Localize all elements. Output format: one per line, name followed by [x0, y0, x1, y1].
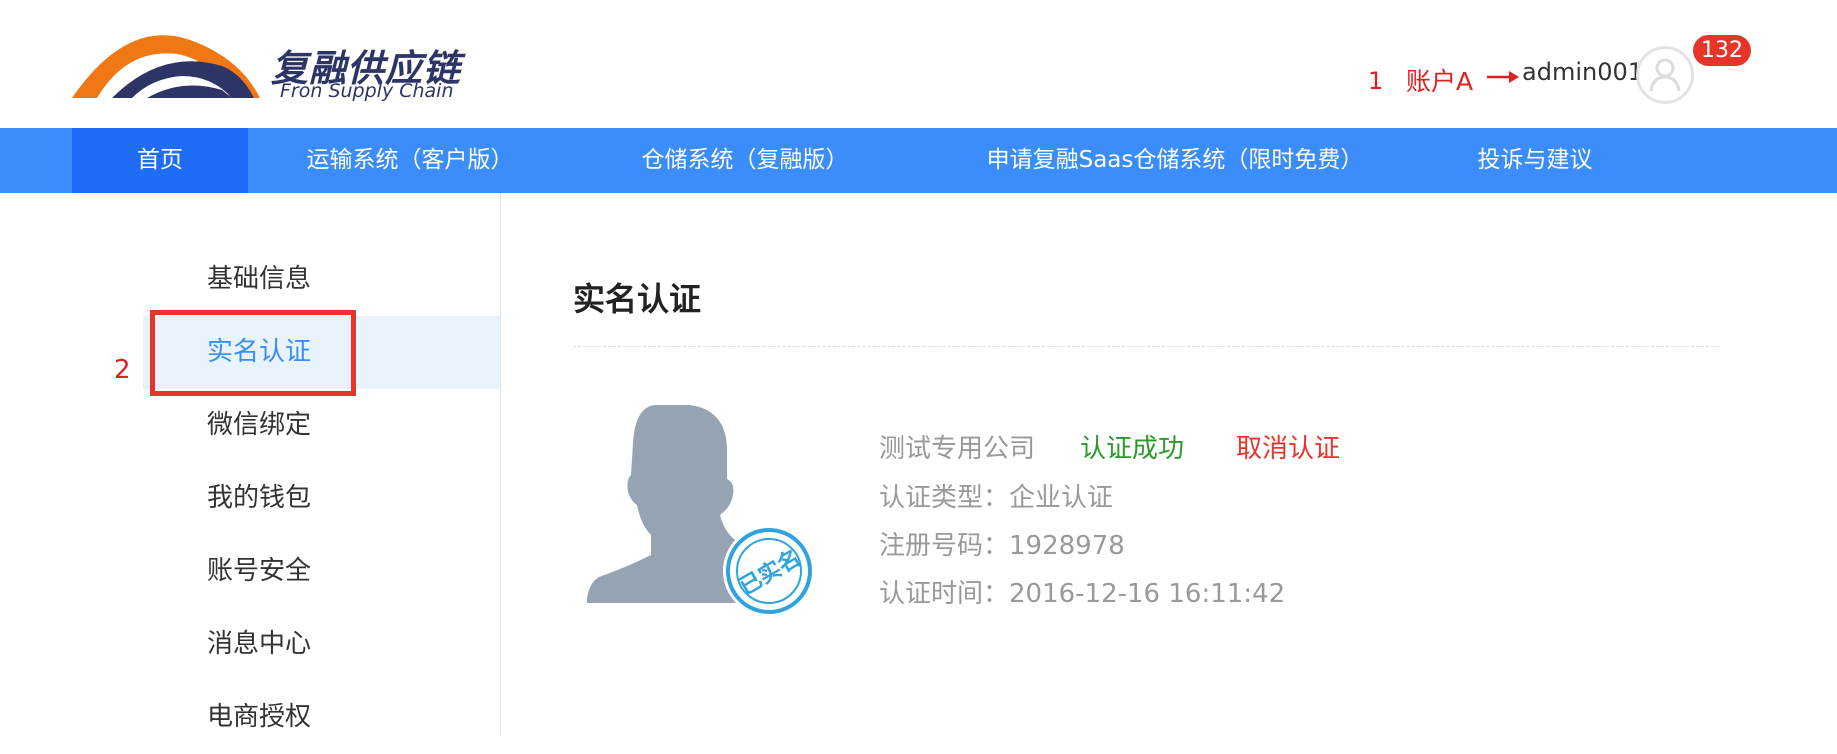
sidebar-item-messages[interactable]: 消息中心 [143, 608, 500, 681]
verified-stamp-icon: 已实名 [723, 525, 815, 617]
cancel-certification-link[interactable]: 取消认证 [1236, 428, 1340, 465]
account-label: 账户A [1406, 67, 1474, 96]
nav-item-home[interactable]: 首页 [72, 128, 248, 193]
sidebar-item-wechat[interactable]: 微信绑定 [143, 389, 500, 462]
sidebar-item-real-name[interactable]: 实名认证 [143, 316, 500, 389]
registration-number: 注册号码：1928978 [879, 531, 1125, 561]
sidebar-item-label: 账号安全 [207, 556, 312, 586]
sidebar-item-ecommerce-auth[interactable]: 电商授权 [143, 681, 500, 754]
nav-item-transport[interactable]: 运输系统（客户版） [300, 128, 520, 193]
sidebar-divider [500, 193, 501, 734]
sidebar-item-basic-info[interactable]: 基础信息 [143, 243, 500, 316]
sidebar-item-label: 我的钱包 [207, 483, 312, 513]
sidebar-item-label: 电商授权 [207, 702, 312, 732]
header: 复融供应链 Fron Supply Chain 1 账户A admin001 1… [0, 0, 1837, 128]
page-title: 实名认证 [573, 280, 702, 318]
sidebar-item-label: 消息中心 [207, 629, 312, 659]
user-avatar-icon[interactable] [1636, 46, 1694, 104]
logo[interactable]: 复融供应链 Fron Supply Chain [72, 28, 472, 103]
sidebar-item-label: 微信绑定 [207, 410, 312, 440]
notification-badge[interactable]: 132 [1693, 35, 1751, 66]
sidebar-item-label: 基础信息 [207, 264, 312, 294]
title-divider [573, 346, 1719, 347]
bridge-arc-logo-icon [72, 35, 260, 98]
certification-time: 认证时间：2016-12-16 16:11:42 [879, 579, 1286, 609]
company-name: 测试专用公司 [879, 434, 1036, 464]
annotation-number-1: 1 [1368, 67, 1384, 95]
main-nav: 首页 运输系统（客户版） 仓储系统（复融版） 申请复融Saas仓储系统（限时免费… [0, 128, 1837, 193]
person-silhouette-icon: 已实名 [587, 405, 815, 617]
right-arrow-icon [1487, 71, 1519, 83]
certification-type: 认证类型：企业认证 [879, 483, 1114, 513]
username[interactable]: admin001 [1522, 58, 1643, 86]
nav-item-warehouse[interactable]: 仓储系统（复融版） [635, 128, 855, 193]
logo-english-text: Fron Supply Chain [280, 80, 454, 102]
annotation-number-2: 2 [114, 355, 131, 385]
sidebar-item-wallet[interactable]: 我的钱包 [143, 462, 500, 535]
nav-item-feedback[interactable]: 投诉与建议 [1460, 128, 1610, 193]
nav-item-saas-apply[interactable]: 申请复融Saas仓储系统（限时免费） [975, 128, 1375, 193]
status-badge: 认证成功 [1080, 434, 1185, 464]
sidebar-item-label: 实名认证 [207, 337, 312, 367]
sidebar-item-security[interactable]: 账号安全 [143, 535, 500, 608]
